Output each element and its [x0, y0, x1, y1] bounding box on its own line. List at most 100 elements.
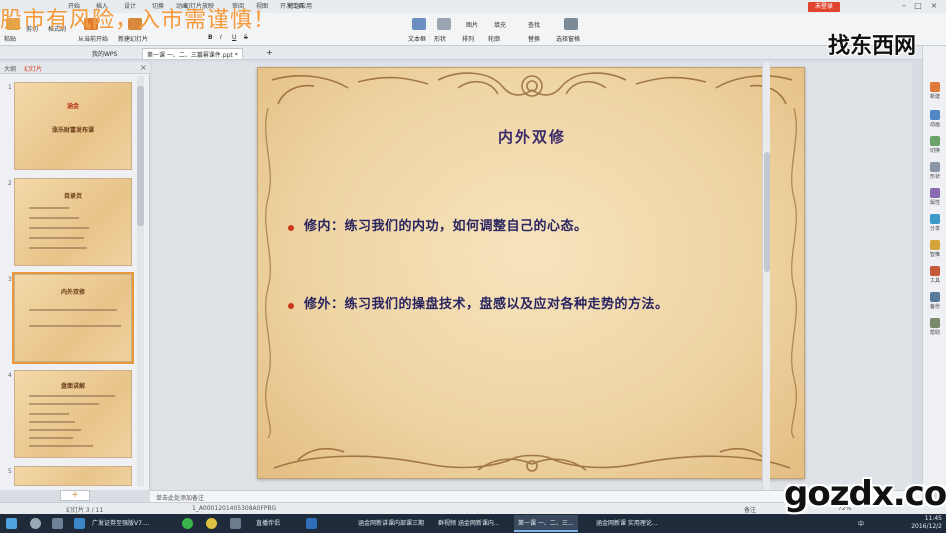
risk-warning-overlay: 股市有风险，入市需谨慎！	[0, 8, 277, 33]
tab-my-wps[interactable]: 我的WPS	[88, 48, 121, 59]
taskbar-item-group-video[interactable]: 群视频 涵金网新课内...	[434, 515, 504, 532]
italic-button[interactable]: I	[220, 34, 222, 41]
bullet-item[interactable]: 修内：练习我们的内功，如何调整自己的心态。	[288, 216, 788, 238]
bullet-item[interactable]: 修外：练习我们的操盘技术，盘感以及应对各种走势的方法。	[288, 294, 788, 316]
bold-button[interactable]: B	[208, 34, 213, 41]
notes-toggle[interactable]: 备注	[744, 505, 756, 514]
add-slide-button[interactable]: +	[60, 490, 90, 501]
windows-start-icon[interactable]	[6, 518, 17, 529]
browser-icon[interactable]	[182, 518, 193, 529]
shape-button[interactable]: 形状	[434, 34, 446, 43]
ribbon-tab-special[interactable]: 特色应用	[288, 1, 312, 10]
transition-icon	[930, 136, 940, 146]
thumb-title: 盘面讲解	[60, 383, 85, 390]
arrange-button[interactable]: 排列	[462, 34, 474, 43]
tab-outline[interactable]: 大纲	[4, 64, 16, 73]
task-pane-tools[interactable]: 工具	[924, 266, 946, 284]
folder-icon[interactable]	[306, 518, 317, 529]
select-pane-button[interactable]: 选择窗格	[556, 34, 580, 43]
system-clock[interactable]: 11:45 2016/12/2	[886, 515, 942, 531]
textbox-icon[interactable]	[412, 18, 426, 30]
thumb-text-line	[29, 247, 87, 249]
strike-button[interactable]: S	[244, 34, 248, 41]
slide-thumb-5[interactable]	[14, 466, 132, 486]
task-view-icon[interactable]	[52, 518, 63, 529]
bullet-dot-icon	[288, 225, 294, 231]
edge-icon[interactable]	[74, 518, 85, 529]
replace-button[interactable]: 替换	[528, 34, 540, 43]
ime-indicator[interactable]: 中	[858, 519, 864, 528]
task-pane-transition[interactable]: 切换	[924, 136, 946, 154]
slide-thumb-2[interactable]: 目录页	[14, 178, 132, 266]
close-icon[interactable]: ×	[928, 1, 940, 10]
thumb-text-line	[29, 227, 89, 229]
smart-icon	[930, 240, 940, 250]
task-pane-animation[interactable]: 动画	[924, 110, 946, 128]
taskbar-item-course[interactable]: 涵金网新讲课内部课三期	[354, 515, 428, 532]
thumb-text-line	[29, 395, 115, 397]
app-icon[interactable]	[230, 518, 241, 529]
taskbar-item-guangfa[interactable]: 广发证券至强版V7....	[88, 515, 154, 532]
paste-button[interactable]: 粘贴	[4, 34, 16, 43]
thumb-text-line	[29, 421, 75, 423]
select-pane-icon[interactable]	[564, 18, 578, 30]
clock-date: 2016/12/2	[911, 523, 942, 530]
document-tabs: 我的WPS 第一课 一、二、三篇幂课件.ppt * +	[0, 46, 946, 60]
picture-button[interactable]: 图片	[466, 20, 478, 29]
find-button[interactable]: 查找	[528, 20, 540, 29]
fill-button[interactable]: 填充	[494, 20, 506, 29]
thumb-text-line	[29, 325, 121, 327]
taskbar-item-ppt[interactable]: 第一课 一、二、三...	[514, 515, 578, 532]
notes-placeholder: 单击此处添加备注	[156, 495, 205, 502]
textbox-button[interactable]: 文本框	[408, 34, 426, 43]
bottom-scroll-ornament	[273, 447, 791, 472]
task-pane-backup[interactable]: 备份	[924, 292, 946, 310]
search-icon[interactable]	[30, 518, 41, 529]
maximize-icon[interactable]: □	[912, 1, 924, 10]
new-tab-icon[interactable]: +	[262, 48, 277, 59]
tools-icon	[930, 266, 940, 276]
slide-thumb-3[interactable]: 内外双修	[12, 272, 134, 364]
chrome-icon[interactable]	[206, 518, 217, 529]
task-pane-share[interactable]: 分享	[924, 214, 946, 232]
thumb-text-line	[29, 445, 93, 447]
shape-icon[interactable]	[437, 18, 451, 30]
thumbnail-scrollbar[interactable]	[137, 76, 144, 486]
taskbar-item-live[interactable]: 直播伴侣	[252, 515, 284, 532]
canvas-scrollbar[interactable]	[762, 62, 770, 490]
new-slide-button[interactable]: 新建幻灯片	[118, 34, 148, 43]
close-panel-icon[interactable]: ×	[140, 63, 147, 72]
tab-current-document[interactable]: 第一课 一、二、三篇幂课件.ppt *	[142, 48, 243, 59]
thumb-number: 4	[8, 372, 12, 379]
slide-thumb-4[interactable]: 盘面讲解	[14, 370, 132, 458]
outline-button[interactable]: 轮廓	[488, 34, 500, 43]
from-current-button[interactable]: 从当前开始	[78, 34, 108, 43]
taskbar-item-theory[interactable]: 涵金网新课 实用理论...	[592, 515, 662, 532]
tab-slides[interactable]: 幻灯片	[24, 64, 42, 73]
scrollbar-thumb[interactable]	[137, 86, 144, 226]
scrollbar-thumb[interactable]	[764, 152, 770, 272]
slide-count: 幻灯片 3 / 11	[66, 507, 104, 514]
minimize-icon[interactable]: –	[898, 1, 910, 10]
task-pane-help[interactable]: 帮助	[924, 318, 946, 336]
top-scroll-ornament	[271, 72, 793, 105]
login-button[interactable]: 未登录	[808, 2, 840, 12]
clock-time: 11:45	[924, 515, 942, 522]
windows-taskbar: 广发证券至强版V7.... 直播伴侣 涵金网新讲课内部课三期 群视频 涵金网新课…	[0, 514, 946, 533]
task-pane-smart[interactable]: 智推	[924, 240, 946, 258]
task-pane: 新建 动画 切换 形状 属性 分享 智推 工具 备份 帮助	[922, 46, 946, 490]
left-border-ornament	[265, 108, 271, 438]
task-pane-shape[interactable]: 形状	[924, 162, 946, 180]
current-slide[interactable]: 内外双修 修内：练习我们的内功，如何调整自己的心态。 修外：练习我们的操盘技术，…	[257, 67, 805, 479]
properties-icon	[930, 188, 940, 198]
share-icon	[930, 214, 940, 224]
thumb-text-line	[29, 403, 99, 405]
wps-presentation-window: 开始 插入 设计 切换 动画 幻灯片放映 审阅 视图 开发工具 特色应用 未登录…	[0, 0, 946, 533]
shape-icon	[930, 162, 940, 172]
task-pane-new[interactable]: 新建	[924, 82, 946, 100]
underline-button[interactable]: U	[232, 34, 236, 41]
task-pane-properties[interactable]: 属性	[924, 188, 946, 206]
slide-thumb-1[interactable]: 涵金 涨乐财富发布课	[14, 82, 132, 170]
thumb-number: 1	[8, 84, 12, 91]
slide-title[interactable]: 内外双修	[258, 126, 804, 147]
